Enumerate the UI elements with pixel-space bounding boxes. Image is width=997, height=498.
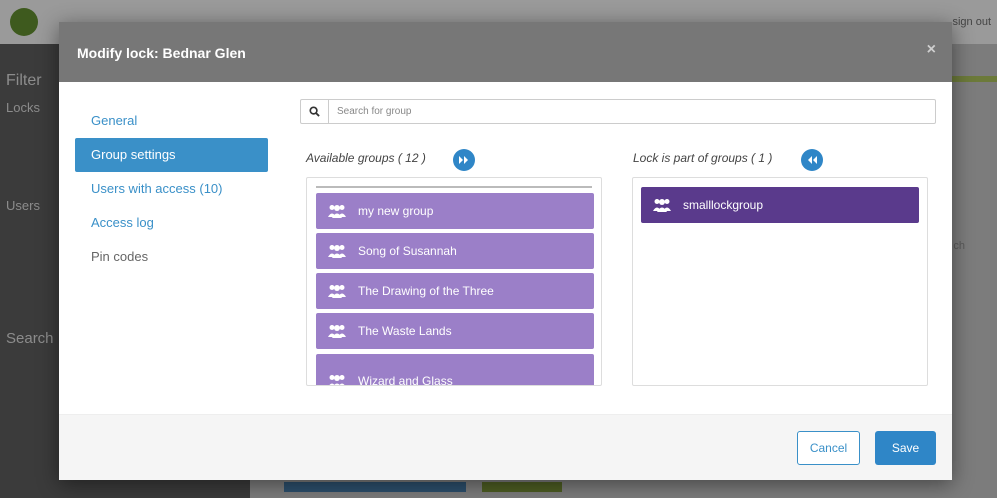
member-groups-list[interactable]: smalllockgroup: [632, 177, 928, 386]
available-group-item[interactable]: Song of Susannah: [316, 233, 594, 269]
sidebar-heading-users: Users: [6, 198, 40, 213]
group-icon: [329, 375, 345, 385]
close-icon[interactable]: ×: [927, 41, 936, 59]
group-icon: [653, 199, 671, 212]
remove-all-groups-button[interactable]: [801, 149, 823, 171]
available-group-item[interactable]: Wizard and Glass: [316, 354, 594, 386]
sidebar-heading-filter: Filter: [6, 72, 42, 89]
modal-footer: Cancel Save: [59, 414, 952, 480]
modal-header: Modify lock: Bednar Glen ×: [59, 22, 952, 82]
group-label: The Waste Lands: [358, 324, 452, 338]
nav-item-group-settings[interactable]: Group settings: [75, 138, 268, 172]
sidebar-heading-locks: Locks: [6, 100, 40, 115]
save-button[interactable]: Save: [875, 431, 936, 465]
available-groups-list[interactable]: my new group Song of Susannah The Drawin…: [306, 177, 602, 386]
search-icon: [301, 100, 329, 123]
available-group-item[interactable]: my new group: [316, 193, 594, 229]
double-chevron-left-icon: [808, 156, 817, 164]
group-label: Song of Susannah: [358, 244, 457, 258]
background-blue-button: [284, 482, 466, 492]
app-logo: [10, 8, 38, 36]
available-group-item[interactable]: The Drawing of the Three: [316, 273, 594, 309]
nav-item-general[interactable]: General: [75, 104, 268, 138]
background-right-text: ch: [953, 240, 965, 252]
search-input[interactable]: [337, 103, 927, 120]
group-label: Wizard and Glass: [358, 374, 453, 386]
background-green-button: [482, 482, 562, 492]
nav-item-pin-codes[interactable]: Pin codes: [75, 240, 268, 274]
sign-out-link: sign out: [952, 16, 991, 28]
nav-item-access-log[interactable]: Access log: [75, 206, 268, 240]
modify-lock-modal: Modify lock: Bednar Glen × General Group…: [59, 22, 952, 480]
list-scroll-edge: [316, 186, 592, 188]
available-groups-title: Available groups ( 12 ): [306, 151, 426, 165]
nav-item-users-with-access[interactable]: Users with access (10): [75, 172, 268, 206]
group-label: smalllockgroup: [683, 198, 764, 212]
add-all-groups-button[interactable]: [453, 149, 475, 171]
double-chevron-right-icon: [459, 156, 468, 164]
member-group-item[interactable]: smalllockgroup: [641, 187, 919, 223]
group-icon: [328, 325, 346, 338]
sidebar-heading-search: Search: [6, 330, 54, 347]
available-group-item[interactable]: The Waste Lands: [316, 313, 594, 349]
group-search: [300, 99, 936, 124]
modal-nav: General Group settings Users with access…: [75, 104, 268, 274]
group-label: The Drawing of the Three: [358, 284, 494, 298]
group-icon: [328, 245, 346, 258]
modal-title: Modify lock: Bednar Glen: [77, 45, 246, 61]
group-icon: [328, 285, 346, 298]
group-icon: [328, 205, 346, 218]
group-label: my new group: [358, 204, 434, 218]
cancel-button[interactable]: Cancel: [797, 431, 860, 465]
member-groups-title: Lock is part of groups ( 1 ): [633, 151, 773, 165]
